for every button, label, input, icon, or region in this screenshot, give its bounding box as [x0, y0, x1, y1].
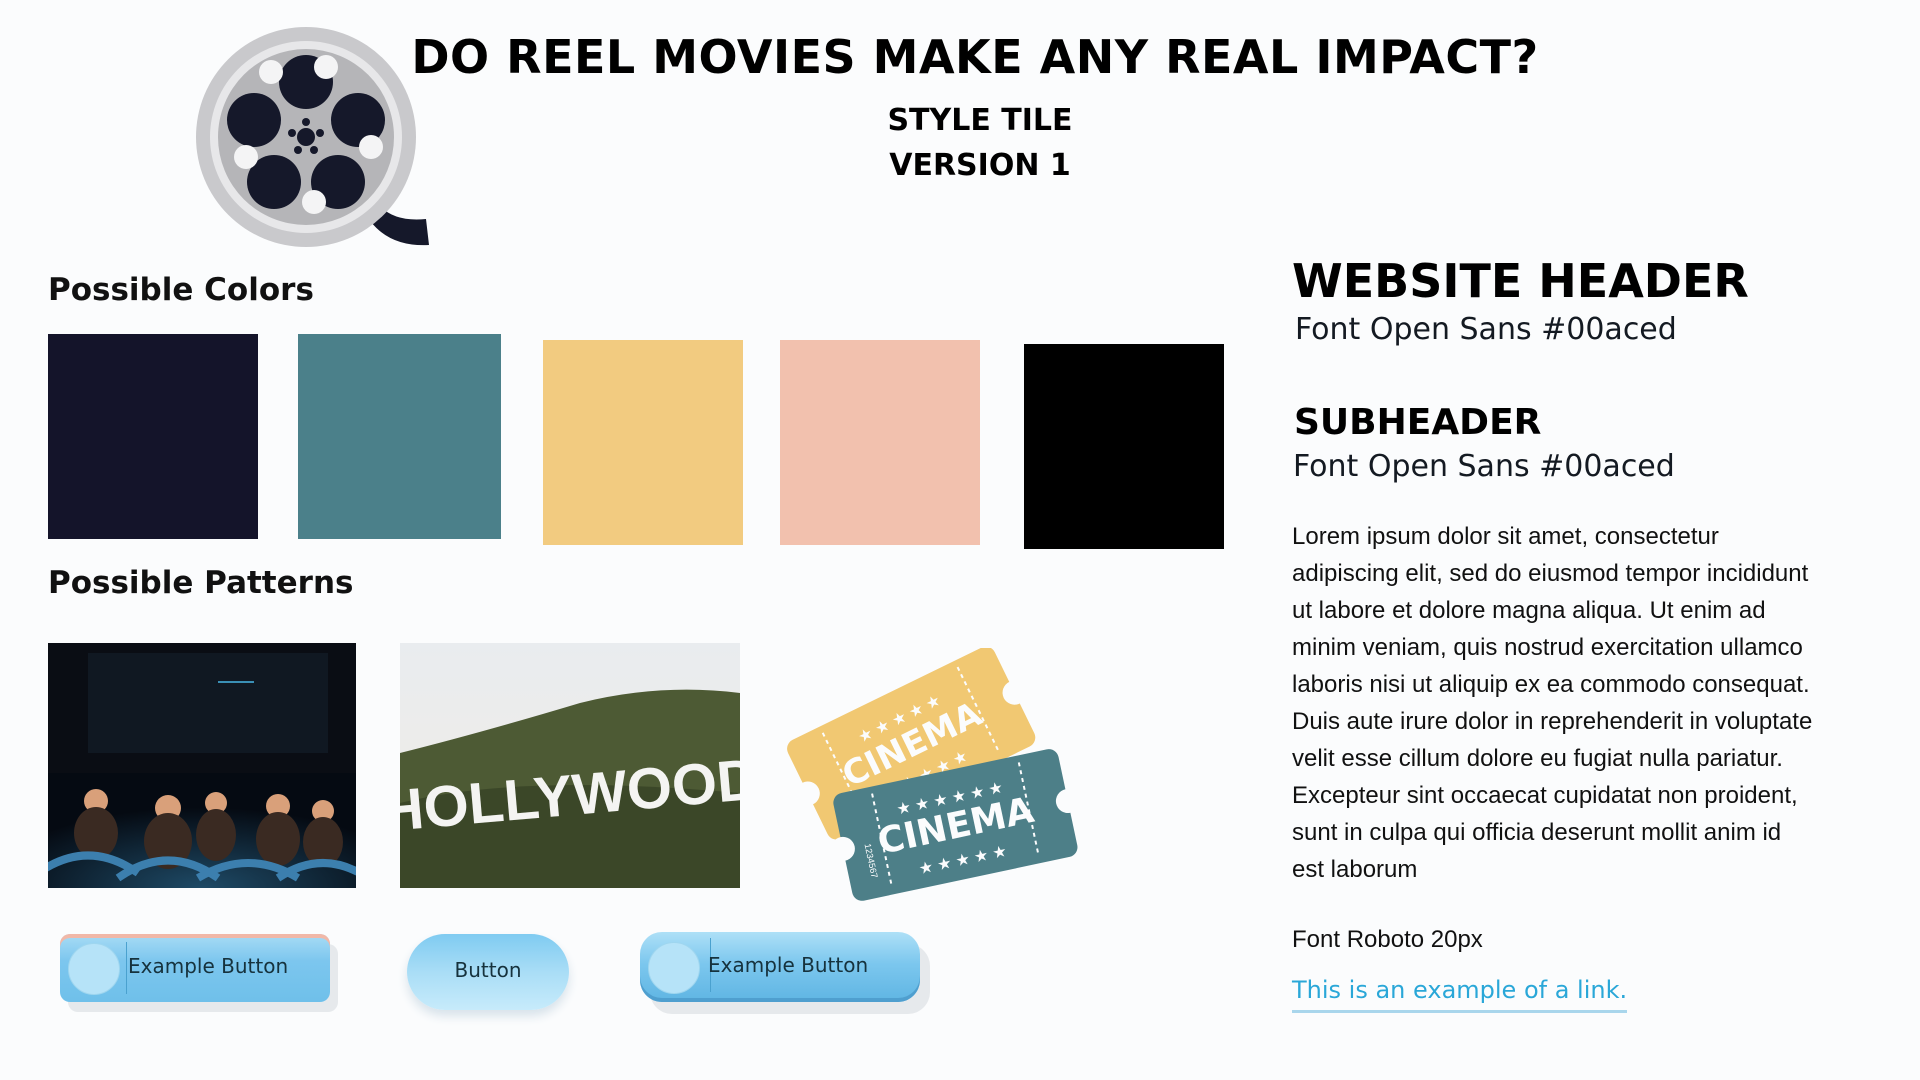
movie-theater-image — [48, 643, 356, 888]
subtitle-version: VERSION 1 — [889, 148, 1071, 183]
patterns-heading: Possible Patterns — [48, 565, 354, 601]
body-line: velit esse cillum dolore eu fugiat nulla… — [1292, 745, 1783, 772]
body-line: laboris nisi ut aliquip ex ea commodo co… — [1292, 671, 1810, 698]
body-line: adipiscing elit, sed do eiusmod tempor i… — [1292, 560, 1809, 587]
color-swatch-black — [1024, 344, 1224, 549]
body-line: ut labore et dolore magna aliqua. Ut eni… — [1292, 597, 1766, 624]
button-pill[interactable]: Button — [407, 934, 569, 1010]
website-header-font-note: Font Open Sans #00aced — [1295, 312, 1677, 347]
body-line: minim veniam, quis nostrud exercitation … — [1292, 634, 1803, 661]
example-link[interactable]: This is an example of a link. — [1292, 976, 1628, 1013]
color-swatch-teal — [298, 334, 501, 539]
button-pill-label: Button — [454, 958, 522, 982]
body-line: est laborum — [1292, 856, 1418, 883]
colors-heading: Possible Colors — [48, 272, 314, 308]
subtitle-style-tile: STYLE TILE — [887, 103, 1073, 138]
hollywood-sign-image: HOLLYWOOD — [400, 643, 740, 888]
body-line: Lorem ipsum dolor sit amet, consectetur — [1292, 523, 1719, 550]
example-button-1[interactable]: Example Button — [60, 934, 330, 1002]
color-swatch-peach — [780, 340, 980, 545]
cinema-tickets-icon: CINEMA ★ ★ ★ ★ ★ ★ ★ ★ ★ ★ CINEMA ★ ★ ★ … — [787, 648, 1080, 901]
body-line: Excepteur sint occaecat cupidatat non pr… — [1292, 782, 1798, 809]
color-swatch-navy — [48, 334, 258, 539]
subheader-sample: SUBHEADER — [1294, 402, 1542, 443]
body-line: sunt in culpa qui officia deserunt molli… — [1292, 819, 1782, 846]
body-line: Duis aute irure dolor in reprehenderit i… — [1292, 708, 1813, 735]
body-font-note: Font Roboto 20px — [1292, 926, 1483, 953]
page-subtitle: STYLE TILE VERSION 1 — [760, 98, 1200, 188]
example-button-2-label: Example Button — [708, 953, 869, 977]
button-bubble-decoration — [648, 942, 700, 994]
example-button-1-label: Example Button — [128, 954, 289, 978]
body-text-sample: Lorem ipsum dolor sit amet, consectetur … — [1292, 518, 1882, 888]
page-title: DO REEL MOVIES MAKE ANY REAL IMPACT? — [411, 30, 1539, 84]
website-header-sample: WEBSITE HEADER — [1292, 254, 1749, 308]
button-bubble-decoration — [68, 943, 120, 995]
subheader-font-note: Font Open Sans #00aced — [1293, 449, 1675, 484]
color-swatch-yellow — [543, 340, 743, 545]
button-divider — [126, 942, 127, 994]
example-button-2[interactable]: Example Button — [640, 932, 920, 1002]
